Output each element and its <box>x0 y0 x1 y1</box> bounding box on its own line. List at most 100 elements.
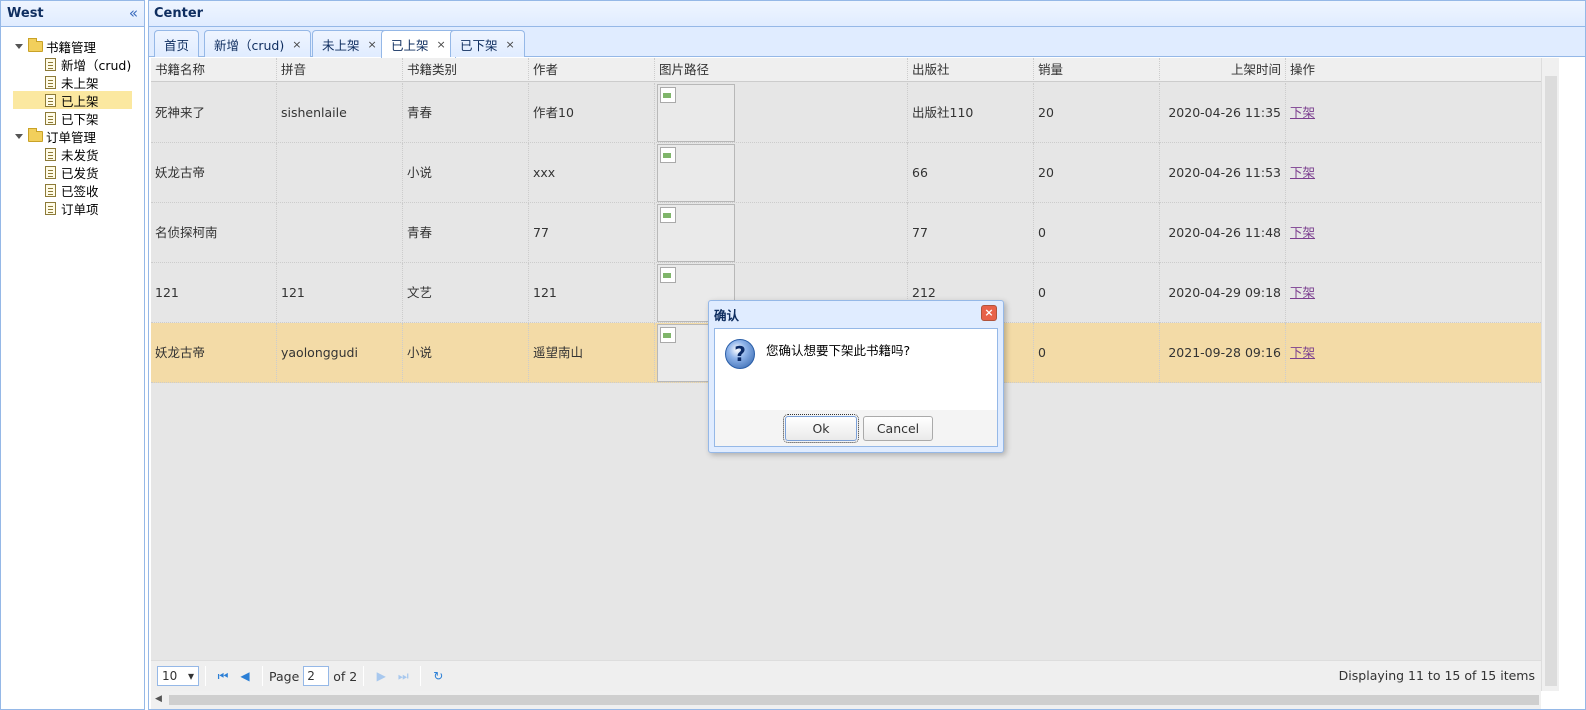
cell-sales: 0 <box>1034 323 1160 383</box>
last-page-icon[interactable]: ⏭ <box>392 669 414 684</box>
collapse-icon[interactable]: « <box>129 6 138 21</box>
table-row[interactable]: 死神来了 sishenlaile 青春 作者10 出版社110 20 2020-… <box>151 83 1541 143</box>
cell-sales: 20 <box>1034 83 1160 143</box>
dialog-title: 确认 <box>714 307 740 323</box>
cell-author: 77 <box>529 203 655 263</box>
refresh-icon[interactable]: ↻ <box>427 669 449 683</box>
tab-home[interactable]: 首页 <box>154 30 200 57</box>
west-panel-header: West « <box>1 1 144 27</box>
tree-node-order-management[interactable]: 订单管理 <box>1 127 144 145</box>
tab-label: 已上架 <box>391 38 429 53</box>
file-icon <box>45 147 56 161</box>
column-header-publisher[interactable]: 出版社 <box>908 58 1034 82</box>
delist-link[interactable]: 下架 <box>1290 105 1315 120</box>
column-header-category[interactable]: 书籍类别 <box>403 58 529 82</box>
column-header-pinyin[interactable]: 拼音 <box>277 58 403 82</box>
tab-not-listed[interactable]: 未上架 × <box>312 30 387 57</box>
cell-action: 下架 <box>1286 203 1541 263</box>
pagination-info: Displaying 11 to 15 of 15 items <box>1338 668 1535 683</box>
cell-pinyin <box>277 203 403 263</box>
folder-icon <box>28 37 43 52</box>
close-icon[interactable]: × <box>506 38 515 51</box>
vertical-scrollbar[interactable] <box>1541 58 1559 691</box>
tree-node-add-crud[interactable]: 新增（crud) <box>1 55 144 73</box>
broken-image-icon <box>657 204 735 262</box>
column-header-sales[interactable]: 销量 <box>1034 58 1160 82</box>
cell-list-time: 2020-04-26 11:35 <box>1160 83 1286 143</box>
file-icon <box>45 93 56 107</box>
divider <box>420 666 422 686</box>
next-page-icon[interactable]: ▶ <box>370 669 392 683</box>
dialog-footer: Ok Cancel <box>714 410 998 447</box>
tab-delisted[interactable]: 已下架 × <box>450 30 525 57</box>
close-icon[interactable]: × <box>437 38 446 51</box>
cell-publisher: 66 <box>908 143 1034 203</box>
tree-node-book-management[interactable]: 书籍管理 <box>1 37 144 55</box>
cell-name: 121 <box>151 263 277 323</box>
close-icon[interactable]: × <box>981 305 997 321</box>
cell-sales: 0 <box>1034 263 1160 323</box>
folder-icon <box>28 127 43 142</box>
close-icon[interactable]: × <box>292 38 301 51</box>
cell-pinyin: sishenlaile <box>277 83 403 143</box>
tree-node-shipped[interactable]: 已发货 <box>1 163 144 181</box>
ok-button[interactable]: Ok <box>783 414 859 443</box>
delist-link[interactable]: 下架 <box>1290 345 1315 360</box>
cell-pinyin: yaolonggudi <box>277 323 403 383</box>
question-icon: ? <box>725 339 755 369</box>
expand-arrow-icon[interactable] <box>15 43 23 49</box>
tree-node-delisted[interactable]: 已下架 <box>1 109 144 127</box>
cell-list-time: 2020-04-26 11:48 <box>1160 203 1286 263</box>
cell-category: 小说 <box>403 143 529 203</box>
delist-link[interactable]: 下架 <box>1290 285 1315 300</box>
file-icon <box>45 111 56 125</box>
scrollbar-thumb[interactable] <box>169 695 1539 705</box>
tab-add-crud[interactable]: 新增（crud) × <box>204 30 312 57</box>
tab-listed[interactable]: 已上架 × <box>381 30 456 58</box>
table-row[interactable]: 名侦探柯南 青春 77 77 0 2020-04-26 11:48 下架 <box>151 203 1541 263</box>
table-row[interactable]: 妖龙古帝 小说 xxx 66 20 2020-04-26 11:53 下架 <box>151 143 1541 203</box>
cell-action: 下架 <box>1286 83 1541 143</box>
horizontal-scrollbar[interactable]: ◀ <box>151 691 1541 709</box>
column-header-list-time[interactable]: 上架时间 <box>1160 58 1286 82</box>
cell-category: 小说 <box>403 323 529 383</box>
cell-name: 死神来了 <box>151 83 277 143</box>
column-header-image-path[interactable]: 图片路径 <box>655 58 908 82</box>
confirm-dialog: 确认 × ? 您确认想要下架此书籍吗? Ok Cancel <box>708 300 1004 453</box>
cell-publisher: 出版社110 <box>908 83 1034 143</box>
scroll-left-icon[interactable]: ◀ <box>155 694 162 704</box>
scrollbar-thumb[interactable] <box>1545 76 1557 686</box>
tree-node-label: 未发货 <box>61 147 99 163</box>
tree-node-order-items[interactable]: 订单项 <box>1 199 144 217</box>
tree-node-unshipped[interactable]: 未发货 <box>1 145 144 163</box>
cancel-button[interactable]: Cancel <box>863 416 933 441</box>
tree-node-label: 已下架 <box>61 111 99 127</box>
cell-list-time: 2021-09-28 09:16 <box>1160 323 1286 383</box>
expand-arrow-icon[interactable] <box>15 133 23 139</box>
cell-name: 名侦探柯南 <box>151 203 277 263</box>
cell-author: 遥望南山 <box>529 323 655 383</box>
close-icon[interactable]: × <box>368 38 377 51</box>
tree-node-signed[interactable]: 已签收 <box>1 181 144 199</box>
tree-node-label: 订单管理 <box>46 129 97 145</box>
column-header-action[interactable]: 操作 <box>1286 58 1541 82</box>
tree-node-listed[interactable]: 已上架 <box>13 91 132 109</box>
delist-link[interactable]: 下架 <box>1290 225 1315 240</box>
dialog-header: 确认 × <box>709 301 1003 327</box>
first-page-icon[interactable]: ⏮ <box>212 669 234 684</box>
cell-image <box>655 203 908 263</box>
page-number-input[interactable]: 2 <box>303 666 330 686</box>
page-size-select[interactable]: 10 ▾ <box>157 666 199 686</box>
column-header-author[interactable]: 作者 <box>529 58 655 82</box>
page-size-value: 10 <box>162 669 178 683</box>
column-header-name[interactable]: 书籍名称 <box>151 58 277 82</box>
page-label: Page <box>269 668 300 684</box>
divider <box>363 666 365 686</box>
delist-link[interactable]: 下架 <box>1290 165 1315 180</box>
file-icon <box>45 183 56 197</box>
tree-node-label: 书籍管理 <box>46 39 97 55</box>
tab-label: 已下架 <box>460 37 498 53</box>
tree-node-label: 未上架 <box>61 75 99 91</box>
prev-page-icon[interactable]: ◀ <box>234 669 256 683</box>
tree-node-not-listed[interactable]: 未上架 <box>1 73 144 91</box>
